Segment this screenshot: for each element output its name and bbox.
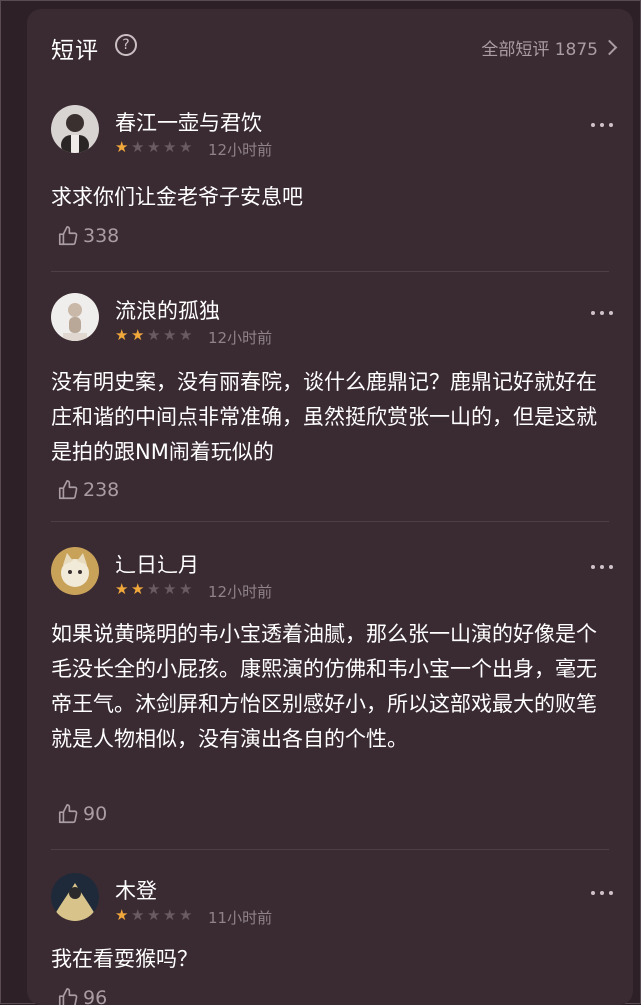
star-icon: ★ (163, 326, 177, 344)
star-icon: ★ (115, 326, 129, 344)
app-frame: 短评 ? 全部短评 1875 春江一壶与君饮 ★ ★ ★ ★ ★ 12小时前 求… (0, 0, 641, 1005)
like-count: 90 (83, 803, 108, 825)
comment-text: 我在看耍猴吗？ (51, 947, 198, 971)
chevron-right-icon (601, 39, 618, 56)
section-header: 短评 ? 全部短评 1875 (27, 9, 633, 83)
star-icon: ★ (163, 906, 177, 924)
star-icon: ★ (131, 580, 145, 598)
star-icon: ★ (115, 580, 129, 598)
short-reviews-panel: 短评 ? 全部短评 1875 春江一壶与君饮 ★ ★ ★ ★ ★ 12小时前 求… (27, 9, 633, 1005)
star-icon: ★ (179, 138, 193, 156)
timestamp: 12小时前 (208, 329, 273, 347)
comment-item: 春江一壶与君饮 ★ ★ ★ ★ ★ 12小时前 求求你们让金老爷子安息吧 338 (27, 105, 633, 275)
comment-text: 如果说黄晓明的韦小宝透着油腻，那么张一山演的好像是个毛没长全的小屁孩。康熙演的仿… (51, 622, 597, 751)
username[interactable]: 辶日辶月 (115, 549, 199, 579)
avatar[interactable] (51, 873, 99, 921)
help-circle-icon[interactable]: ? (115, 34, 137, 56)
star-icon: ★ (147, 580, 161, 598)
star-icon: ★ (115, 906, 129, 924)
star-icon: ★ (131, 326, 145, 344)
star-rating: ★ ★ ★ ★ ★ (115, 581, 195, 597)
thumbs-up-icon (58, 988, 78, 1005)
like-button[interactable]: 338 (57, 225, 119, 247)
star-icon: ★ (131, 906, 145, 924)
avatar[interactable] (51, 105, 99, 153)
divider (51, 521, 609, 522)
more-dots-icon[interactable] (591, 123, 613, 127)
star-icon: ★ (179, 906, 193, 924)
star-icon: ★ (163, 580, 177, 598)
like-count: 96 (83, 987, 108, 1005)
star-icon: ★ (147, 326, 161, 344)
comment-item: 流浪的孤独 ★ ★ ★ ★ ★ 12小时前 没有明史案，没有丽春院，谈什么鹿鼎记… (27, 293, 633, 523)
avatar[interactable] (51, 547, 99, 595)
divider (51, 271, 609, 272)
comment-item: 木登 ★ ★ ★ ★ ★ 11小时前 我在看耍猴吗？ 96 (27, 873, 633, 1005)
thumbs-up-icon (58, 480, 78, 500)
more-dots-icon[interactable] (591, 311, 613, 315)
all-reviews-link[interactable]: 全部短评 1875 (481, 35, 618, 60)
comment-text: 没有明史案，没有丽春院，谈什么鹿鼎记？鹿鼎记好就好在庄和谐的中间点非常准确，虽然… (51, 370, 597, 464)
timestamp: 12小时前 (208, 583, 273, 601)
star-icon: ★ (179, 326, 193, 344)
thumbs-up-icon (58, 804, 78, 824)
like-count: 238 (83, 479, 120, 501)
thumbs-up-icon (58, 226, 78, 246)
star-rating: ★ ★ ★ ★ ★ (115, 327, 195, 343)
username[interactable]: 流浪的孤独 (115, 295, 220, 325)
star-icon: ★ (115, 138, 129, 156)
comment-text: 求求你们让金老爷子安息吧 (51, 185, 303, 209)
more-dots-icon[interactable] (591, 565, 613, 569)
username[interactable]: 木登 (115, 875, 157, 905)
section-title: 短评 (51, 38, 99, 64)
star-icon: ★ (147, 138, 161, 156)
username[interactable]: 春江一壶与君饮 (115, 107, 262, 137)
star-icon: ★ (131, 138, 145, 156)
star-icon: ★ (163, 138, 177, 156)
like-button[interactable]: 238 (57, 479, 119, 501)
star-icon: ★ (179, 580, 193, 598)
timestamp: 12小时前 (208, 141, 273, 159)
like-button[interactable]: 96 (57, 987, 107, 1005)
star-rating: ★ ★ ★ ★ ★ (115, 907, 195, 923)
like-button[interactable]: 90 (57, 803, 107, 825)
star-rating: ★ ★ ★ ★ ★ (115, 139, 195, 155)
divider (51, 849, 609, 850)
avatar[interactable] (51, 293, 99, 341)
more-dots-icon[interactable] (591, 891, 613, 895)
comment-item: 辶日辶月 ★ ★ ★ ★ ★ 12小时前 如果说黄晓明的韦小宝透着油腻，那么张一… (27, 547, 633, 857)
all-reviews-label: 全部短评 1875 (481, 40, 598, 60)
star-icon: ★ (147, 906, 161, 924)
like-count: 338 (83, 225, 120, 247)
timestamp: 11小时前 (208, 909, 273, 927)
